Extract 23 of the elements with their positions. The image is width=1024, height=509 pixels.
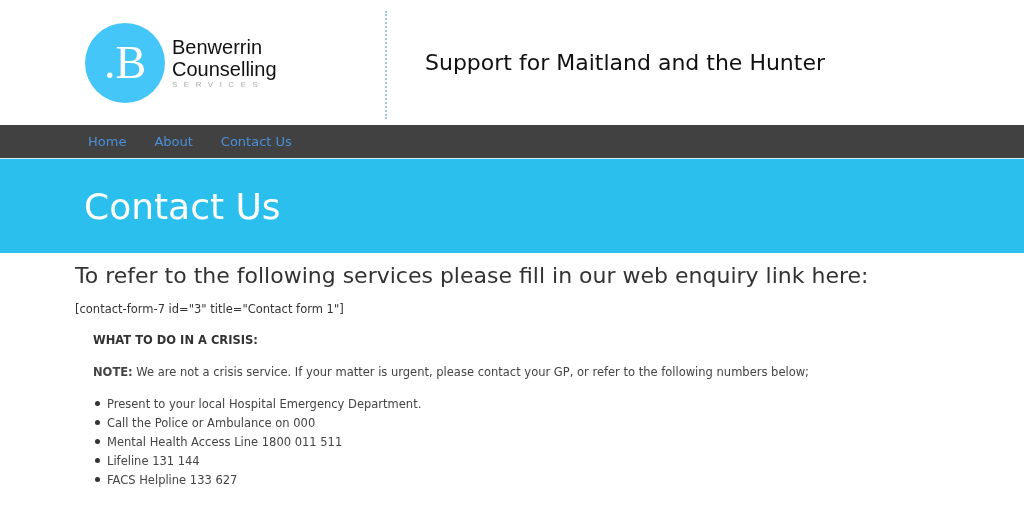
shortcode-text: [contact-form-7 id="3" title="Contact form 1"] [75,302,345,316]
bullet-icon [95,401,100,406]
section-heading: To refer to the following services please fill in our web enquiry link here: [75,263,870,288]
nav-link[interactable]: Home [88,134,127,149]
logo-name: Benwerrin [172,35,263,58]
note-paragraph: NOTE: We are not a crisis service. If your matter is urgent, please contact your GP, or refer to the following numbers below; [93,365,810,379]
list-item: Lifeline 131 144 [107,453,200,468]
list-item: Mental Health Access Line 1800 011 511 [107,434,343,449]
list-item: FACS Helpline 133 627 [107,472,238,487]
site-tagline: Support for Maitland and the Hunter [425,50,826,75]
logo-mark: .B [85,22,165,103]
nav-link[interactable]: About [154,134,193,149]
nav-link[interactable]: Contact Us [220,134,292,149]
bullet-icon [95,420,100,425]
bullet-icon [95,439,100,444]
list-item: Present to your local Hospital Emergency Department. [107,396,422,411]
logo-name: Counselling [172,57,277,80]
page-title: Contact Us [84,185,281,227]
bullet-icon [95,458,100,463]
logo-subtitle: SERVICES [172,79,265,90]
bullet-icon [95,477,100,482]
list-item: Call the Police or Ambulance on 000 [107,415,316,430]
crisis-heading: WHAT TO DO IN A CRISIS: [93,333,259,347]
